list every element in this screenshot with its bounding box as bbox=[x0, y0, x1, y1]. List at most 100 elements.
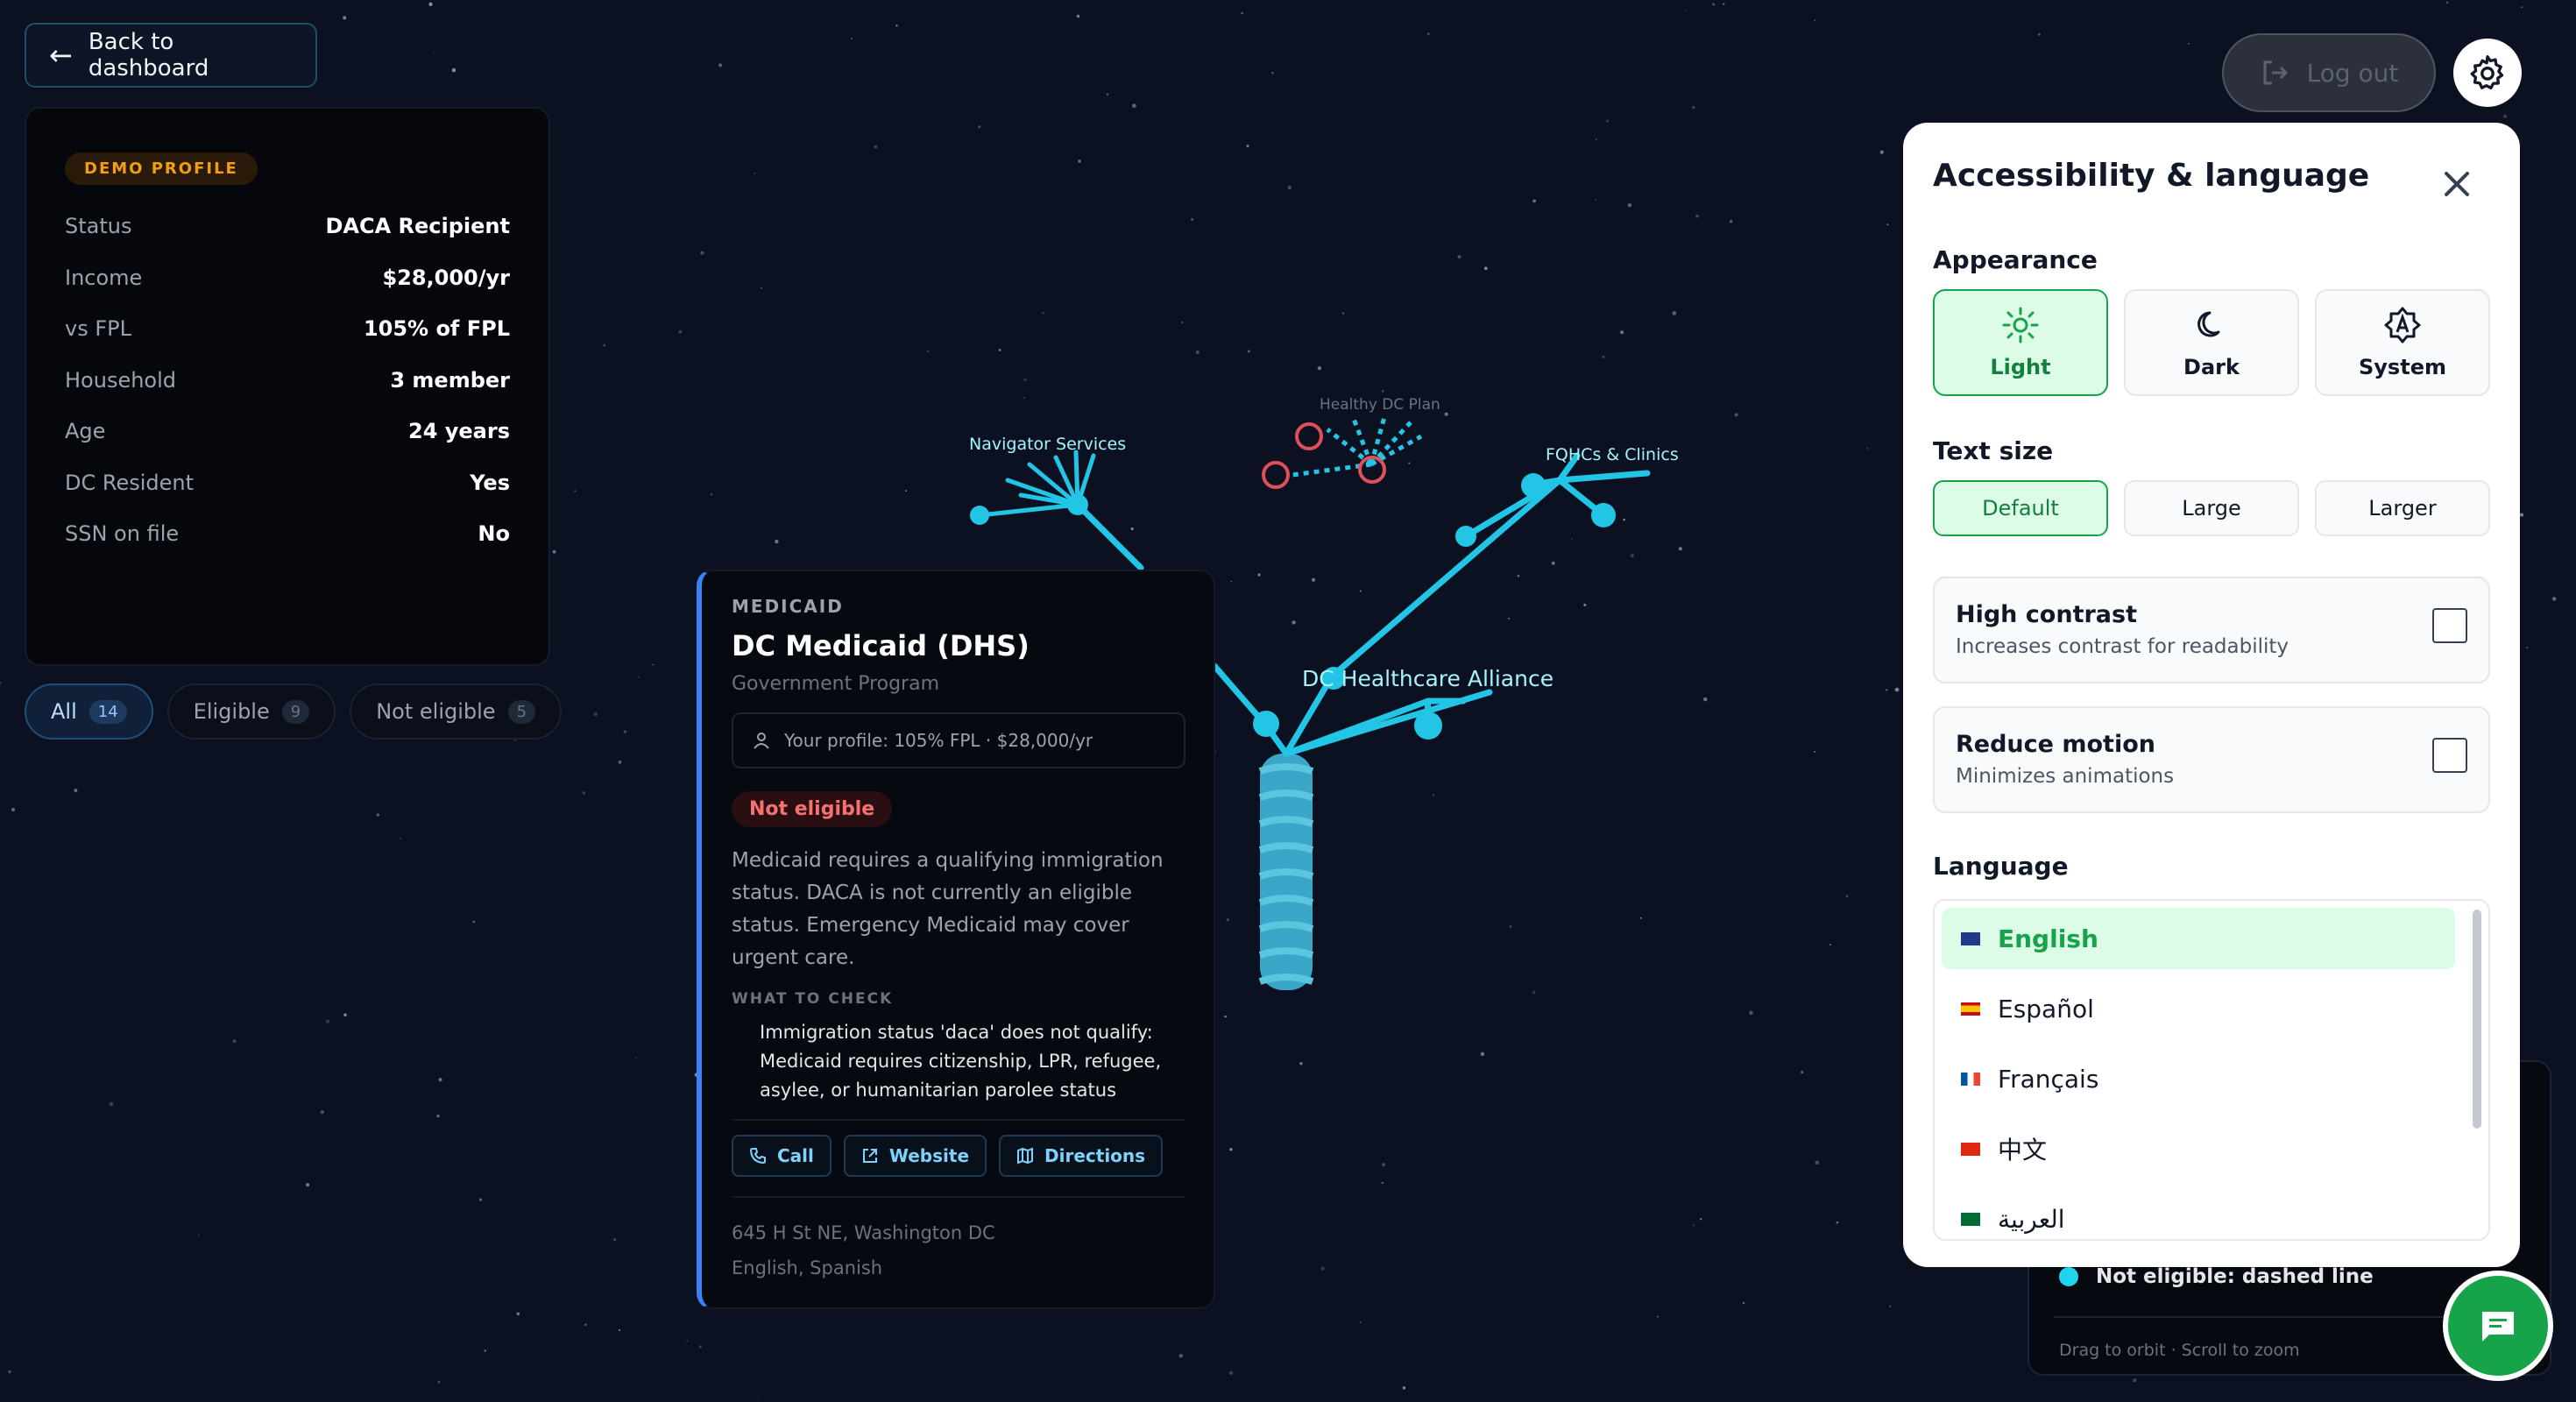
program-description: Medicaid requires a qualifying immigrati… bbox=[732, 849, 1164, 969]
language-french[interactable]: Français bbox=[1942, 1048, 2455, 1109]
appearance-options: Light Dark System bbox=[1933, 289, 2490, 396]
user-icon bbox=[754, 733, 769, 749]
filter-label: Not eligible bbox=[376, 699, 496, 724]
tree-label-navigator[interactable]: Navigator Services bbox=[969, 435, 1126, 454]
tree-label-healthy-plan[interactable]: Healthy DC Plan bbox=[1320, 396, 1440, 414]
demo-profile-card: DEMO PROFILE Status DACA Recipient Income… bbox=[25, 107, 550, 666]
program-footer: 645 H St NE, Washington DC English, Span… bbox=[732, 1215, 1185, 1285]
profile-row-dc-resident: DC Resident Yes bbox=[65, 457, 510, 509]
profile-value: 3 member bbox=[390, 367, 510, 393]
text-size-label: Text size bbox=[1933, 436, 2054, 465]
text-size-larger-button[interactable]: Larger bbox=[2315, 480, 2490, 536]
profile-key: vs FPL bbox=[65, 316, 131, 342]
eligibility-filters: All 14 Eligible 9 Not eligible 5 bbox=[25, 683, 563, 740]
profile-row-fpl: vs FPL 105% of FPL bbox=[65, 303, 510, 355]
language-chinese[interactable]: 中文 bbox=[1942, 1118, 2455, 1179]
demo-profile-badge: DEMO PROFILE bbox=[65, 152, 258, 185]
reduce-motion-checkbox[interactable] bbox=[2432, 738, 2467, 773]
filter-count: 5 bbox=[507, 699, 536, 724]
appearance-light-label: Light bbox=[1990, 355, 2051, 379]
profile-row-income: Income $28,000/yr bbox=[65, 252, 510, 304]
program-type: Government Program bbox=[732, 673, 940, 695]
reduce-motion-toggle[interactable]: Reduce motion Minimizes animations bbox=[1933, 706, 2490, 813]
language-label-chinese: 中文 bbox=[1998, 1136, 2048, 1165]
profile-rows: Status DACA Recipient Income $28,000/yr vs… bbox=[65, 201, 510, 560]
call-button[interactable]: Call bbox=[732, 1135, 832, 1177]
text-size-options: Default Large Larger bbox=[1933, 480, 2490, 536]
filter-eligible[interactable]: Eligible 9 bbox=[166, 683, 336, 740]
program-title: DC Medicaid (DHS) bbox=[732, 629, 1030, 662]
language-label-spanish: Español bbox=[1998, 994, 2094, 1023]
language-list[interactable]: English Español Français 中文 العربية bbox=[1933, 899, 2490, 1241]
profile-key: Household bbox=[65, 367, 177, 393]
logout-button[interactable]: Log out bbox=[2222, 33, 2436, 112]
profile-value: DACA Recipient bbox=[325, 214, 511, 239]
not-eligible-nodes[interactable] bbox=[1262, 422, 1386, 489]
profile-value: 105% of FPL bbox=[363, 316, 510, 342]
divider bbox=[732, 1196, 1185, 1198]
website-label: Website bbox=[888, 1145, 970, 1166]
chat-button[interactable] bbox=[2443, 1271, 2553, 1381]
map-icon bbox=[1017, 1147, 1034, 1165]
profile-row-status: Status DACA Recipient bbox=[65, 201, 510, 252]
appearance-dark-label: Dark bbox=[2183, 355, 2240, 379]
text-size-large-button[interactable]: Large bbox=[2124, 480, 2299, 536]
logout-icon bbox=[2263, 60, 2288, 85]
language-label: Language bbox=[1933, 852, 2069, 881]
profile-row-ssn: SSN on file No bbox=[65, 508, 510, 560]
accessibility-title: Accessibility & language bbox=[1933, 158, 2370, 194]
call-label: Call bbox=[777, 1145, 814, 1166]
appearance-label: Appearance bbox=[1933, 245, 2098, 274]
appearance-dark-button[interactable]: Dark bbox=[2124, 289, 2299, 396]
profile-row-household: Household 3 member bbox=[65, 355, 510, 407]
back-to-dashboard-button[interactable]: ← Back to dashboard bbox=[25, 23, 317, 88]
profile-value: 24 years bbox=[408, 419, 510, 444]
high-contrast-checkbox[interactable] bbox=[2432, 608, 2467, 643]
directions-label: Directions bbox=[1044, 1145, 1146, 1166]
filter-not-eligible[interactable]: Not eligible 5 bbox=[350, 683, 563, 740]
appearance-light-button[interactable]: Light bbox=[1933, 289, 2108, 396]
legend-not-eligible: Not eligible: dashed line bbox=[2059, 1265, 2374, 1288]
external-link-icon bbox=[862, 1149, 877, 1163]
language-spanish[interactable]: Español bbox=[1942, 978, 2455, 1039]
legend-not-eligible-label: Not eligible: dashed line bbox=[2096, 1265, 2374, 1288]
tree-label-alliance[interactable]: DC Healthcare Alliance bbox=[1302, 666, 1553, 691]
filter-all[interactable]: All 14 bbox=[25, 683, 153, 740]
what-to-check-text: Immigration status 'daca' does not quali… bbox=[760, 1022, 1162, 1101]
profile-key: Age bbox=[65, 419, 106, 444]
close-icon[interactable] bbox=[2439, 166, 2474, 202]
program-detail-card: MEDICAID DC Medicaid (DHS) Government Pr… bbox=[697, 570, 1215, 1309]
phone-icon bbox=[749, 1148, 766, 1165]
arrow-left-icon: ← bbox=[49, 39, 73, 72]
language-english[interactable]: English bbox=[1942, 908, 2455, 969]
tree-label-fqhc[interactable]: FQHCs & Clinics bbox=[1546, 445, 1679, 464]
chat-icon bbox=[2482, 1312, 2514, 1342]
high-contrast-desc: Increases contrast for readability bbox=[1956, 635, 2289, 658]
program-category: MEDICAID bbox=[732, 596, 844, 617]
profile-key: DC Resident bbox=[65, 470, 195, 495]
china-flag-icon bbox=[1961, 1142, 1980, 1156]
accessibility-panel: Accessibility & language Appearance Ligh… bbox=[1903, 123, 2520, 1267]
website-button[interactable]: Website bbox=[843, 1135, 987, 1177]
profile-key: Income bbox=[65, 265, 143, 290]
divider bbox=[732, 1119, 1185, 1121]
filter-count: 14 bbox=[88, 699, 127, 724]
high-contrast-toggle[interactable]: High contrast Increases contrast for rea… bbox=[1933, 577, 2490, 683]
appearance-system-button[interactable]: System bbox=[2315, 289, 2490, 396]
program-profile-text: Your profile: 105% FPL · $28,000/yr bbox=[784, 730, 1093, 751]
tree-trunk bbox=[1258, 754, 1314, 990]
profile-value: $28,000/yr bbox=[382, 265, 510, 290]
filter-count: 9 bbox=[281, 699, 310, 724]
appearance-system-label: System bbox=[2359, 355, 2446, 379]
system-theme-icon bbox=[2384, 307, 2421, 343]
language-list-scrollbar[interactable] bbox=[2473, 910, 2481, 1129]
high-contrast-title: High contrast bbox=[1956, 601, 2137, 628]
directions-button[interactable]: Directions bbox=[999, 1135, 1164, 1177]
profile-key: Status bbox=[65, 214, 132, 239]
text-size-default-button[interactable]: Default bbox=[1933, 480, 2108, 536]
profile-key: SSN on file bbox=[65, 521, 180, 547]
language-arabic[interactable]: العربية bbox=[1942, 1188, 2455, 1239]
settings-button[interactable] bbox=[2453, 39, 2522, 107]
back-button-label: Back to dashboard bbox=[88, 29, 209, 81]
profile-value: No bbox=[478, 521, 510, 547]
